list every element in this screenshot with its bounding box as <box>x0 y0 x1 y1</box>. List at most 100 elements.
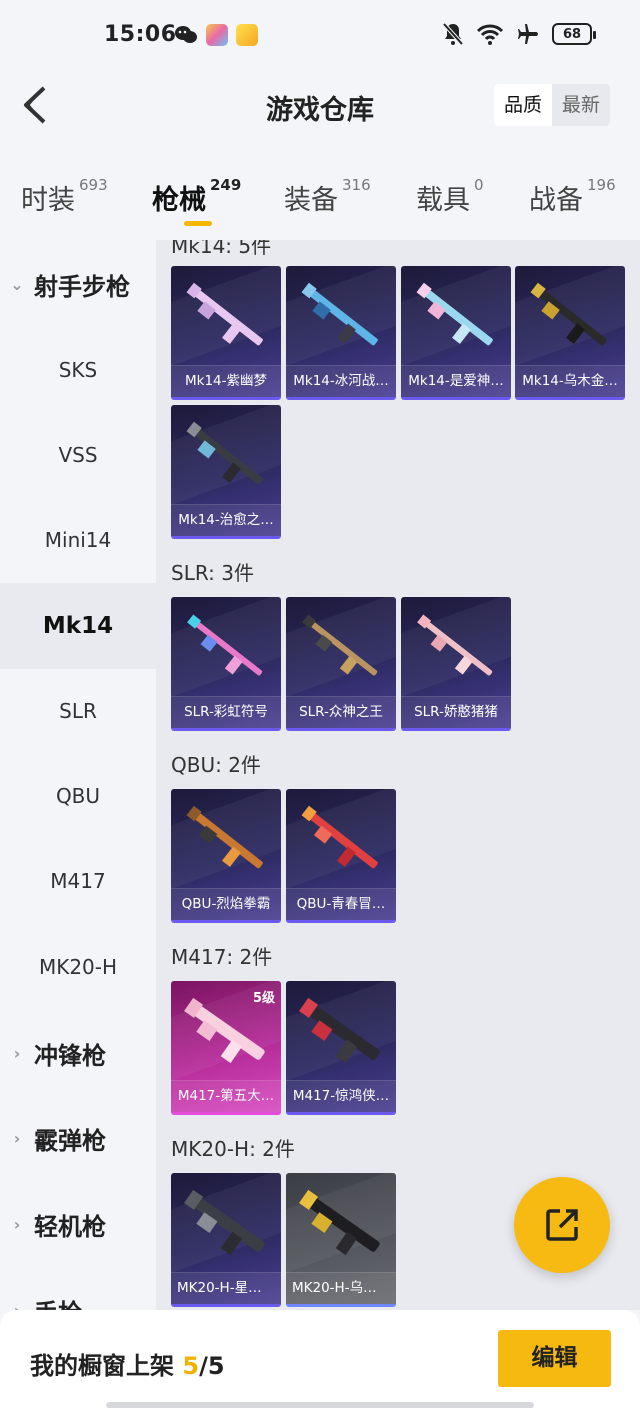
weapon-name: SLR-彩虹符号 <box>171 696 281 728</box>
weapon-name: M417-第五大… <box>171 1080 281 1112</box>
rifle-icon <box>530 282 607 346</box>
wifi-icon <box>476 24 504 45</box>
sort-by-quality[interactable]: 品质 <box>493 84 552 126</box>
weapon-name: Mk14-乌木金… <box>515 365 625 397</box>
weapon-card[interactable]: Mk14-紫幽梦 <box>171 266 281 400</box>
showcase-label: 我的橱窗上架 <box>30 1352 174 1380</box>
tab-count: 693 <box>79 176 108 194</box>
weapon-card[interactable]: SLR-众神之王 <box>286 597 396 731</box>
game-app-icon-2 <box>236 24 258 46</box>
chevron-right-icon: › <box>13 1300 21 1311</box>
tab-firearms[interactable]: 枪械 249 <box>152 176 241 217</box>
weapon-card[interactable]: Mk14-治愈之… <box>171 405 281 539</box>
tab-supplies[interactable]: 战备 196 <box>529 176 616 217</box>
sidebar-group-marksman-rifle[interactable]: ⌄ 射手步枪 <box>0 266 156 302</box>
sidebar-group-pistol[interactable]: › 手枪 <box>0 1292 156 1311</box>
active-tab-indicator <box>184 221 212 226</box>
game-app-icon <box>206 24 228 46</box>
sidebar-item-mk20h[interactable]: MK20-H <box>0 924 156 1010</box>
weapon-name: MK20-H-乌木… <box>286 1272 396 1304</box>
page-header: 游戏仓库 品质 最新 <box>0 66 640 146</box>
weapon-card[interactable]: SLR-彩虹符号 <box>171 597 281 731</box>
weapon-card[interactable]: MK20-H-乌木… <box>286 1173 396 1307</box>
weapon-name: QBU-烈焰拳霸 <box>171 888 281 920</box>
battery-level: 68 <box>562 26 582 42</box>
weapon-card[interactable]: SLR-娇憨猪猪 <box>401 597 511 731</box>
weapon-name: SLR-众神之王 <box>286 696 396 728</box>
rifle-icon <box>299 997 380 1064</box>
rifle-icon <box>186 282 263 346</box>
share-button[interactable] <box>514 1177 610 1273</box>
weapon-card[interactable]: Mk14-是爱神… <box>401 266 511 400</box>
sidebar-group-label: 霰弹枪 <box>34 1126 106 1155</box>
sidebar-item-vss[interactable]: VSS <box>0 412 156 498</box>
showcase-status: 我的橱窗上架 5/5 <box>30 1346 225 1381</box>
weapon-name: Mk14-是爱神… <box>401 365 511 397</box>
bottom-bar: 我的橱窗上架 5/5 编辑 <box>0 1310 640 1408</box>
chevron-down-icon: ⌄ <box>10 274 24 294</box>
mute-bell-icon <box>442 22 464 46</box>
tab-label: 载具 <box>416 185 470 216</box>
section-title-slr: SLR: 3件 <box>171 561 254 585</box>
showcase-total: 5 <box>207 1352 225 1380</box>
rifle-icon <box>302 614 378 676</box>
sidebar-group-smg[interactable]: › 冲锋枪 <box>0 1035 156 1071</box>
tab-fashion[interactable]: 时装 693 <box>21 176 108 217</box>
weapon-name: M417-惊鸿侠… <box>286 1080 396 1112</box>
section-title-mk14: Mk14: 5件 <box>171 240 272 258</box>
weapon-name: QBU-青春冒… <box>286 888 396 920</box>
weapon-card[interactable]: MK20-H-星途… <box>171 1173 281 1307</box>
tab-count: 0 <box>474 176 484 194</box>
chevron-right-icon: › <box>13 1128 21 1148</box>
tab-equipment[interactable]: 装备 316 <box>284 176 371 217</box>
weapon-name: Mk14-治愈之… <box>171 504 281 536</box>
tab-vehicles[interactable]: 载具 0 <box>416 176 484 217</box>
status-notification-icons <box>174 24 258 46</box>
rifle-icon <box>186 805 263 869</box>
sidebar-item-mk14[interactable]: Mk14 <box>0 583 156 669</box>
rifle-icon <box>186 421 263 485</box>
tab-label: 时装 <box>21 185 75 216</box>
battery-indicator: 68 <box>552 23 596 45</box>
sidebar-item-qbu[interactable]: QBU <box>0 753 156 839</box>
external-share-icon <box>546 1209 578 1241</box>
weapon-card[interactable]: QBU-青春冒… <box>286 789 396 923</box>
chevron-right-icon: › <box>13 1214 21 1234</box>
weapon-card[interactable]: M417-惊鸿侠… <box>286 981 396 1115</box>
sort-toggle: 品质 最新 <box>493 84 610 126</box>
home-indicator <box>106 1402 534 1408</box>
weapon-card[interactable]: Mk14-乌木金… <box>515 266 625 400</box>
sidebar-group-label: 手枪 <box>34 1293 82 1311</box>
section-title-mk20h: MK20-H: 2件 <box>171 1137 295 1161</box>
sidebar-group-lmg[interactable]: › 轻机枪 <box>0 1206 156 1242</box>
weapon-name: SLR-娇憨猪猪 <box>401 696 511 728</box>
sidebar-group-label: 冲锋枪 <box>34 1041 106 1070</box>
showcase-current: 5 <box>182 1352 200 1380</box>
tab-count: 316 <box>342 176 371 194</box>
rifle-icon <box>184 997 265 1064</box>
chevron-right-icon: › <box>13 1043 21 1063</box>
sidebar-item-sks[interactable]: SKS <box>0 327 156 413</box>
weapon-card[interactable]: 5级 M417-第五大… <box>171 981 281 1115</box>
sidebar-group-label: 轻机枪 <box>34 1212 106 1241</box>
sidebar-item-m417[interactable]: M417 <box>0 838 156 924</box>
weapon-name: Mk14-冰河战… <box>286 365 396 397</box>
sidebar-item-mini14[interactable]: Mini14 <box>0 497 156 583</box>
rifle-icon <box>417 614 493 676</box>
sidebar-group-label: 射手步枪 <box>34 272 130 301</box>
tab-label: 枪械 <box>152 185 206 216</box>
weapon-card[interactable]: Mk14-冰河战… <box>286 266 396 400</box>
edit-button[interactable]: 编辑 <box>498 1330 611 1387</box>
category-tabs: 时装 693 枪械 249 装备 316 载具 0 战备 196 <box>0 146 640 240</box>
tab-count: 196 <box>587 176 616 194</box>
section-title-m417: M417: 2件 <box>171 945 273 969</box>
rifle-icon <box>416 282 493 346</box>
rifle-icon <box>187 614 263 676</box>
weapon-type-sidebar: ⌄ 射手步枪 SKS VSS Mini14 Mk14 SLR QBU M417 M… <box>0 240 156 1310</box>
showcase-separator: / <box>199 1352 208 1380</box>
sidebar-group-shotgun[interactable]: › 霰弹枪 <box>0 1120 156 1156</box>
sort-by-newest[interactable]: 最新 <box>552 84 610 126</box>
weapon-card[interactable]: QBU-烈焰拳霸 <box>171 789 281 923</box>
sidebar-item-slr[interactable]: SLR <box>0 668 156 754</box>
status-bar: 15:06 68 <box>0 0 640 66</box>
